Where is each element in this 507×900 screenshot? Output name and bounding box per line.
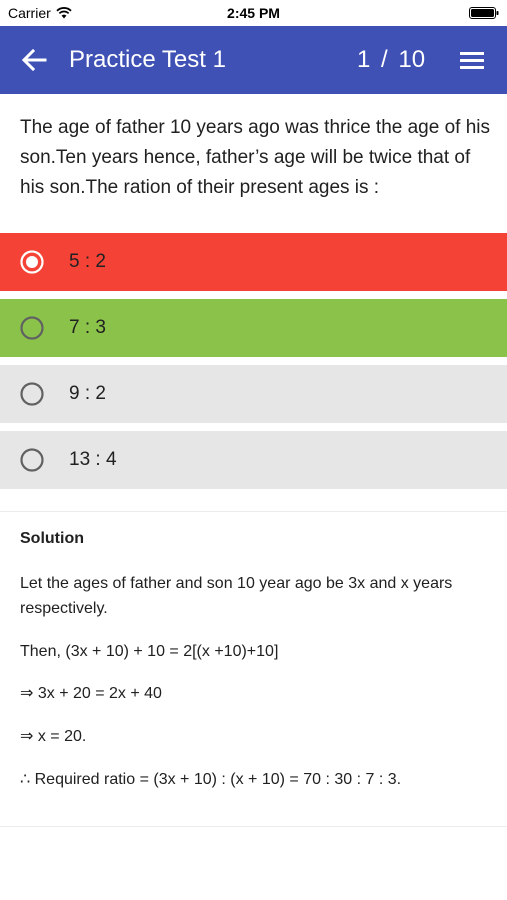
page-title: Practice Test 1 [69, 46, 226, 73]
answer-option-2[interactable]: 7 : 3 [0, 299, 507, 357]
radio-selected-icon[interactable] [20, 250, 44, 274]
question-text: The age of father 10 years ago was thric… [20, 117, 491, 198]
solution-bottom-divider [0, 826, 507, 827]
radio-unselected-icon[interactable] [20, 448, 44, 472]
answer-option-1[interactable]: 5 : 2 [0, 233, 507, 291]
answer-option-label: 9 : 2 [69, 383, 106, 404]
arrow-left-icon[interactable] [20, 47, 48, 73]
question-counter: 1 / 10 [357, 46, 426, 73]
answer-option-label: 13 : 4 [69, 449, 117, 470]
answer-option-3[interactable]: 9 : 2 [0, 365, 507, 423]
solution-line: ⇒ x = 20. [20, 728, 87, 745]
solution-heading: Solution [20, 530, 84, 547]
solution-top-divider [0, 511, 507, 512]
status-time: 2:45 PM [227, 5, 280, 21]
menu-icon[interactable] [458, 48, 486, 72]
status-bar: Carrier 2:45 PM [0, 0, 507, 26]
answer-option-label: 5 : 2 [69, 251, 106, 272]
radio-unselected-icon[interactable] [20, 316, 44, 340]
solution-line: ∴ Required ratio = (3x + 10) : (x + 10) … [20, 771, 402, 788]
solution-line: Then, (3x + 10) + 10 = 2[(x +10)+10] [20, 643, 279, 660]
app-bar: Practice Test 1 1 / 10 [0, 26, 507, 94]
solution-line: ⇒ 3x + 20 = 2x + 40 [20, 685, 162, 702]
answer-option-4[interactable]: 13 : 4 [0, 431, 507, 489]
battery-icon [469, 7, 499, 19]
answer-option-label: 7 : 3 [69, 317, 106, 338]
radio-unselected-icon[interactable] [20, 382, 44, 406]
solution-line: Let the ages of father and son 10 year a… [20, 575, 453, 617]
